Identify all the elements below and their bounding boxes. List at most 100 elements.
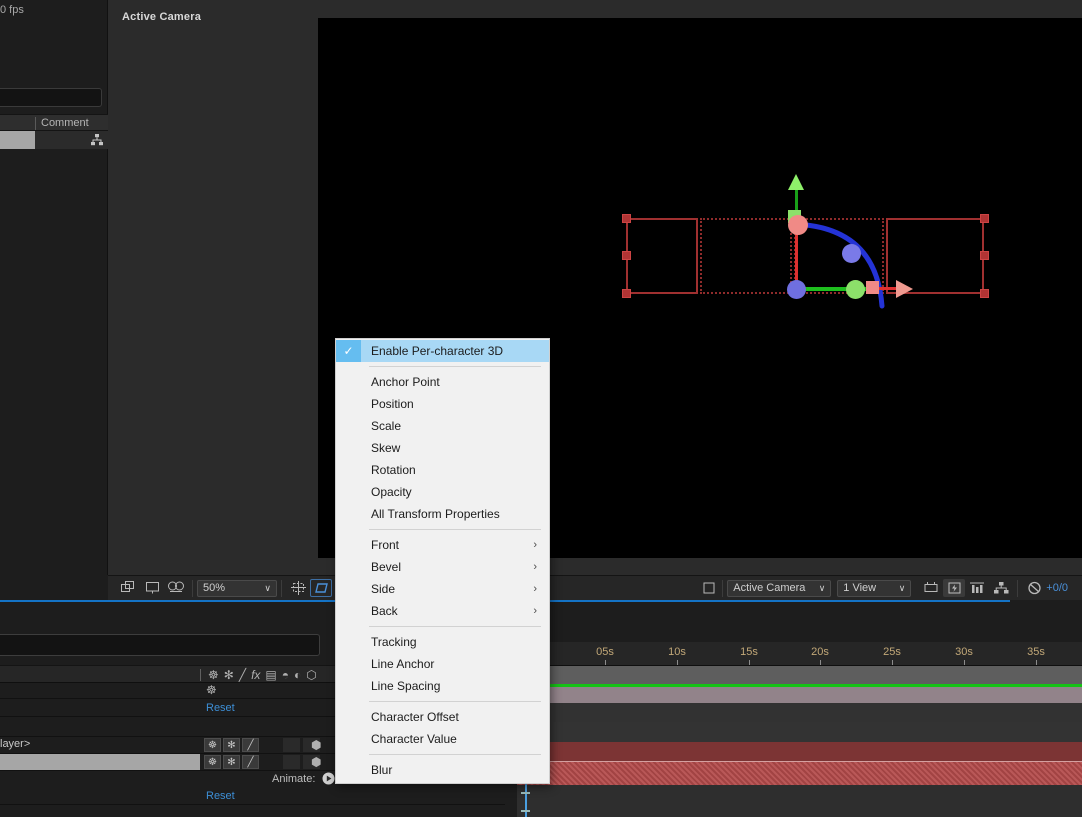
parent-pick-whip-icon[interactable]: [90, 133, 104, 152]
character-bounding-box-2[interactable]: [700, 218, 792, 294]
shy-icon[interactable]: ☸: [204, 755, 221, 769]
show-snapshot-icon[interactable]: [140, 576, 164, 601]
three-d-layer-icon[interactable]: ⬡: [306, 668, 316, 682]
playhead-tick: [521, 810, 530, 812]
menu-item-label: Tracking: [371, 635, 417, 649]
menu-item-anchor-point[interactable]: Anchor Point: [336, 371, 549, 393]
three-d-view-icon[interactable]: [700, 576, 718, 601]
selection-handle[interactable]: [622, 289, 631, 298]
menu-item-opacity[interactable]: Opacity: [336, 481, 549, 503]
anchor-point-dot[interactable]: [787, 280, 806, 299]
selection-handle[interactable]: [980, 251, 989, 260]
reset-exposure-icon[interactable]: [1022, 576, 1046, 601]
y-axis-arrow-icon[interactable]: [788, 174, 804, 190]
timeline-ruler[interactable]: 05s 10s 15s 20s 25s 30s 35s: [517, 642, 1082, 666]
layer-switch-blank[interactable]: [283, 738, 300, 752]
three-d-layer-icon[interactable]: ⬢: [311, 755, 321, 769]
menu-item-line-anchor[interactable]: Line Anchor: [336, 653, 549, 675]
selection-handle[interactable]: [980, 289, 989, 298]
collapse-icon[interactable]: ✻: [223, 755, 240, 769]
menu-item-front[interactable]: Front ›: [336, 534, 549, 556]
menu-item-side[interactable]: Side ›: [336, 578, 549, 600]
adjustment-layer-icon[interactable]: ◐: [294, 668, 301, 682]
x-axis-arrow-icon[interactable]: [896, 280, 913, 298]
ruler-tick-label: 05s: [596, 646, 614, 658]
character-bounding-box-1[interactable]: [626, 218, 698, 294]
menu-item-character-offset[interactable]: Character Offset: [336, 706, 549, 728]
composition-toolbar: 50% ∨ 0:00:00 Active Camera ∨ 1 View ∨: [108, 575, 1082, 600]
comp-flowchart-icon[interactable]: [989, 576, 1013, 601]
effects-icon[interactable]: fx: [251, 668, 260, 682]
menu-item-tracking[interactable]: Tracking: [336, 631, 549, 653]
timeline-search-input[interactable]: [0, 634, 320, 656]
rotation-handle-dot[interactable]: [842, 244, 861, 263]
three-d-layer-icon[interactable]: ⬢: [311, 738, 321, 752]
frame-blending-icon[interactable]: ▤: [265, 668, 276, 682]
selection-handle[interactable]: [622, 214, 631, 223]
toggle-transparency-grid-icon[interactable]: [919, 576, 943, 601]
reset-link[interactable]: Reset: [206, 790, 235, 802]
show-channel-icon[interactable]: [164, 576, 188, 601]
layer-bar-dark1[interactable]: [517, 703, 1082, 722]
camera-view-value: Active Camera: [733, 582, 806, 594]
menu-item-label: Anchor Point: [371, 375, 440, 389]
zoom-level-select[interactable]: 50% ∨: [197, 579, 277, 597]
toolbar-separator: [722, 579, 724, 597]
layer-bar-mauve[interactable]: [517, 687, 1082, 703]
menu-item-character-value[interactable]: Character Value: [336, 728, 549, 750]
camera-view-select[interactable]: Active Camera ∨: [727, 579, 832, 597]
position-handle-square[interactable]: [866, 281, 879, 294]
ruler-tick-mark: [964, 660, 965, 665]
selection-handle[interactable]: [980, 214, 989, 223]
menu-item-label: Line Spacing: [371, 679, 441, 693]
chevron-down-icon: ∨: [818, 582, 826, 593]
position-handle-dot[interactable]: [788, 215, 808, 235]
menu-item-scale[interactable]: Scale: [336, 415, 549, 437]
layer-bar-darkred[interactable]: [517, 742, 1082, 761]
menu-item-blur[interactable]: Blur: [336, 759, 549, 781]
layer-switch-blank[interactable]: [283, 755, 300, 769]
menu-item-rotation[interactable]: Rotation: [336, 459, 549, 481]
menu-item-label: All Transform Properties: [371, 507, 500, 521]
layer-row-selected-highlight[interactable]: [0, 754, 200, 770]
timeline-track-area[interactable]: [517, 666, 1082, 817]
shy-icon[interactable]: ☸: [206, 683, 217, 697]
comment-column-label: Comment: [41, 117, 89, 129]
collapse-icon[interactable]: ✻: [223, 738, 240, 752]
scale-handle-dot[interactable]: [846, 280, 865, 299]
menu-item-all-transform-properties[interactable]: All Transform Properties: [336, 503, 549, 525]
menu-item-skew[interactable]: Skew: [336, 437, 549, 459]
take-snapshot-icon[interactable]: [116, 576, 140, 601]
timeline-graph-icon[interactable]: [965, 576, 989, 601]
chevron-down-icon: ∨: [264, 582, 271, 593]
shy-icon[interactable]: ☸: [208, 668, 219, 682]
view-layout-select[interactable]: 1 View ∨: [837, 579, 912, 597]
quality-icon[interactable]: ╱: [242, 755, 259, 769]
animate-play-icon[interactable]: [322, 772, 335, 790]
region-of-interest-icon[interactable]: [310, 579, 332, 597]
project-search-input[interactable]: [0, 88, 102, 107]
layer-bar-grey[interactable]: [517, 666, 1082, 684]
quality-icon[interactable]: ╱: [239, 668, 246, 682]
grid-and-guides-icon[interactable]: [286, 576, 310, 601]
menu-item-back[interactable]: Back ›: [336, 600, 549, 622]
motion-blur-icon[interactable]: ◓: [282, 668, 289, 682]
quality-icon[interactable]: ╱: [242, 738, 259, 752]
menu-item-position[interactable]: Position: [336, 393, 549, 415]
layer-bar-dark3[interactable]: [517, 785, 1082, 805]
selection-handle[interactable]: [622, 251, 631, 260]
property-row-reset-2[interactable]: Reset: [0, 789, 505, 805]
menu-item-enable-per-character-3d[interactable]: ✓ Enable Per-character 3D: [336, 340, 549, 362]
layer-bar-dark4[interactable]: [517, 805, 1082, 817]
collapse-transform-icon[interactable]: ✻: [224, 668, 234, 682]
fast-previews-icon[interactable]: [943, 579, 966, 597]
reset-link[interactable]: Reset: [206, 702, 235, 714]
shy-icon[interactable]: ☸: [204, 738, 221, 752]
menu-item-bevel[interactable]: Bevel ›: [336, 556, 549, 578]
project-item-selected-cell[interactable]: [0, 131, 35, 149]
layer-bar-red[interactable]: [517, 761, 1082, 785]
menu-item-line-spacing[interactable]: Line Spacing: [336, 675, 549, 697]
animator-context-menu[interactable]: ✓ Enable Per-character 3D Anchor Point Posi…: [335, 338, 550, 784]
layer-bar-dark2[interactable]: [517, 722, 1082, 742]
project-item-row[interactable]: [0, 131, 108, 149]
